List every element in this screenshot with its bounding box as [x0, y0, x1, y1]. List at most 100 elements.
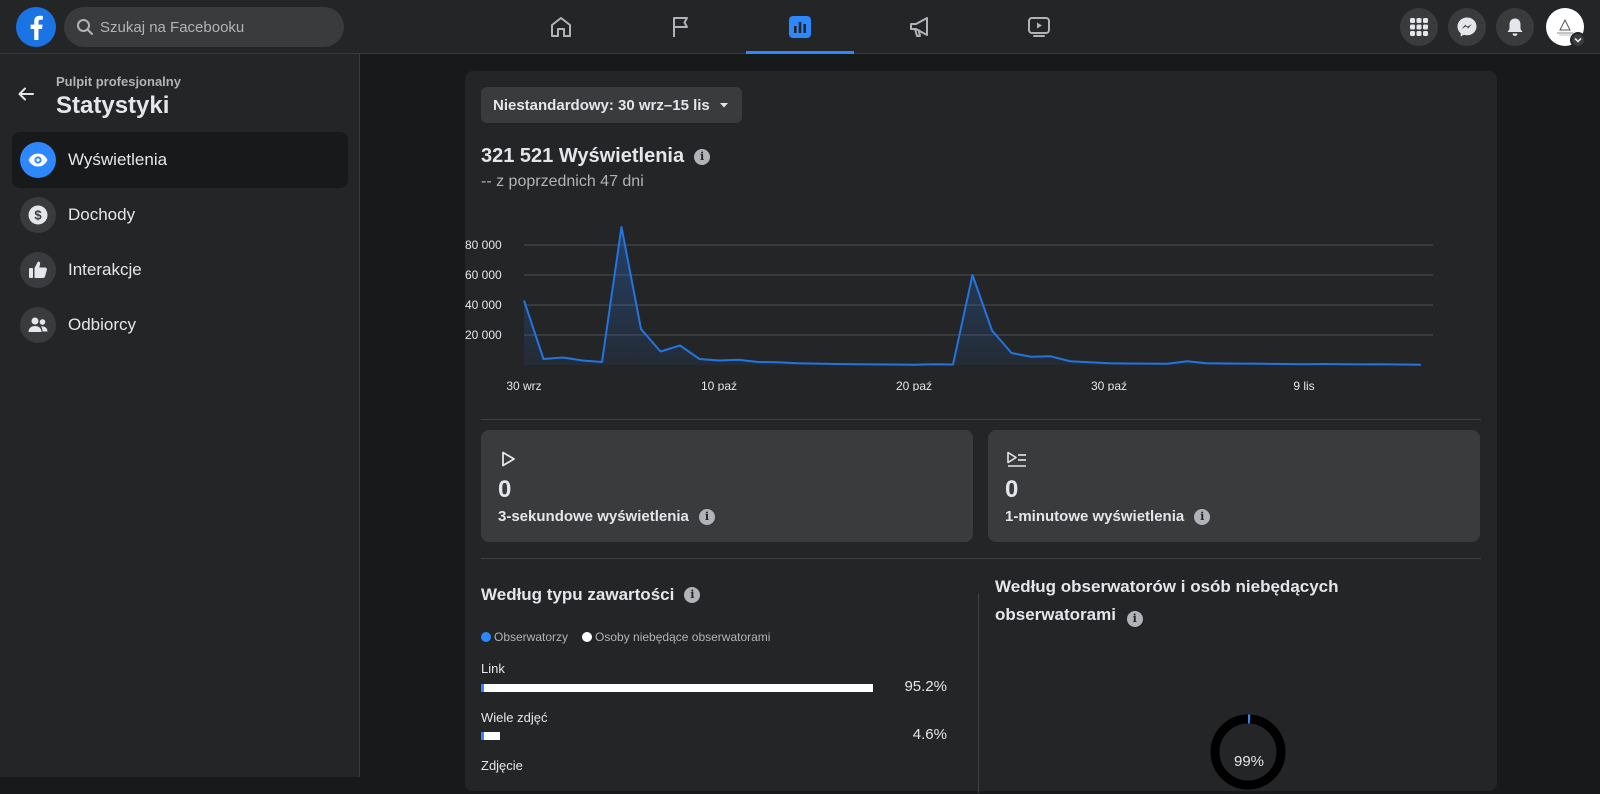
nav-tab-insights[interactable]	[746, 0, 854, 54]
data-point[interactable]	[1164, 360, 1172, 368]
data-point[interactable]	[813, 360, 821, 368]
data-point[interactable]	[1008, 349, 1016, 357]
data-point[interactable]	[852, 360, 860, 368]
x-tick-label: 20 paź	[896, 379, 932, 391]
sidebar-item-revenue[interactable]: $ Dochody	[12, 187, 348, 243]
messenger-button[interactable]	[1448, 8, 1486, 46]
caret-down-icon	[719, 103, 728, 108]
sidebar-icon-wrap	[20, 142, 56, 178]
donut-percent: 99%	[1234, 753, 1265, 770]
data-point[interactable]	[1027, 353, 1035, 361]
data-point[interactable]	[657, 348, 665, 356]
data-point[interactable]	[696, 355, 704, 363]
x-tick-label: 30 paź	[1091, 379, 1127, 391]
legend-item-non-followers: Osoby niebędące obserwatorami	[582, 630, 770, 644]
data-point[interactable]	[559, 354, 567, 362]
data-point[interactable]	[1359, 360, 1367, 368]
data-point[interactable]	[1242, 360, 1250, 368]
bell-icon	[1507, 18, 1523, 36]
back-button[interactable]	[12, 80, 40, 108]
sidebar-item-views[interactable]: Wyświetlenia	[12, 132, 348, 188]
info-icon[interactable]: i	[694, 148, 711, 165]
search-input[interactable]	[100, 7, 336, 47]
data-point[interactable]	[988, 327, 996, 335]
data-point[interactable]	[540, 355, 548, 363]
data-point[interactable]	[930, 360, 938, 368]
facebook-logo-icon[interactable]	[16, 7, 56, 47]
views-comparison: -- z poprzednich 47 dni	[481, 173, 644, 190]
data-point[interactable]	[1261, 360, 1269, 368]
bar-percent: 4.6%	[912, 726, 947, 743]
data-point[interactable]	[1320, 360, 1328, 368]
sidebar-subtitle: Pulpit profesjonalny	[56, 74, 181, 89]
data-point[interactable]	[637, 325, 645, 333]
metric-value: 0	[1005, 476, 1019, 503]
data-point[interactable]	[949, 361, 957, 369]
megaphone-icon	[910, 17, 928, 37]
date-range-dropdown[interactable]: Niestandardowy: 30 wrz–15 lis	[481, 87, 742, 123]
series-area	[524, 227, 1421, 365]
data-point[interactable]	[832, 360, 840, 368]
data-point[interactable]	[910, 361, 918, 369]
data-point[interactable]	[1300, 360, 1308, 368]
data-point[interactable]	[598, 358, 606, 366]
sidebar-item-audience[interactable]: Odbiorcy	[12, 297, 348, 353]
data-point[interactable]	[735, 356, 743, 364]
data-point[interactable]	[715, 357, 723, 365]
data-point[interactable]	[871, 360, 879, 368]
thumbs-up-icon	[29, 261, 47, 278]
metric-label: 1-minutowe wyświetlenia i	[1005, 508, 1211, 525]
data-point[interactable]	[891, 361, 899, 369]
data-point[interactable]	[1183, 357, 1191, 365]
nav-tab-ads[interactable]	[866, 0, 974, 54]
svg-text:$: $	[34, 208, 42, 223]
info-icon[interactable]: i	[698, 508, 715, 525]
x-tick-label: 30 wrz	[506, 379, 541, 391]
data-point[interactable]	[1339, 360, 1347, 368]
arrow-left-icon	[18, 87, 34, 101]
home-icon	[551, 17, 571, 37]
data-point[interactable]	[1125, 360, 1133, 368]
data-point[interactable]	[1398, 361, 1406, 369]
bar-fill	[481, 684, 874, 692]
bar-track	[481, 732, 893, 740]
data-point[interactable]	[1066, 357, 1074, 365]
data-point[interactable]	[618, 223, 626, 231]
data-point[interactable]	[579, 357, 587, 365]
data-point[interactable]	[1203, 359, 1211, 367]
data-point[interactable]	[520, 297, 528, 305]
followers-title-text: Według obserwatorów i osób niebędących o…	[995, 577, 1339, 624]
views-line-chart: 20 000 40 000 60 000 80 000 30 wrz 10 paź 20 …	[465, 223, 1433, 391]
data-point[interactable]	[1281, 360, 1289, 368]
notifications-button[interactable]	[1496, 8, 1534, 46]
y-tick-label: 20 000	[465, 328, 502, 342]
date-range-label: Niestandardowy: 30 wrz–15 lis	[493, 96, 710, 114]
info-icon[interactable]: i	[1126, 611, 1143, 627]
flag-icon	[673, 17, 688, 37]
nav-tab-video[interactable]	[985, 0, 1093, 54]
data-point[interactable]	[1086, 358, 1094, 366]
info-icon[interactable]: i	[1194, 508, 1211, 525]
chevron-down-icon	[1574, 37, 1582, 43]
account-menu-button[interactable]	[1570, 32, 1586, 48]
nav-tab-pages[interactable]	[627, 0, 735, 54]
sidebar-item-engagement[interactable]: Interakcje	[12, 242, 348, 298]
info-icon[interactable]: i	[684, 587, 701, 603]
data-point[interactable]	[1222, 360, 1230, 368]
data-point[interactable]	[754, 358, 762, 366]
data-point[interactable]	[774, 358, 782, 366]
menu-button[interactable]	[1400, 8, 1438, 46]
data-point[interactable]	[1105, 359, 1113, 367]
nav-tab-home[interactable]	[507, 0, 615, 54]
x-tick-label: 10 paź	[701, 379, 737, 391]
menu-grid-icon	[1410, 18, 1428, 36]
search-box[interactable]	[64, 7, 344, 47]
data-point[interactable]	[1144, 360, 1152, 368]
data-point[interactable]	[676, 342, 684, 350]
data-point[interactable]	[1047, 352, 1055, 360]
data-point[interactable]	[793, 359, 801, 367]
data-point[interactable]	[1417, 361, 1425, 369]
data-point[interactable]	[969, 271, 977, 279]
bar-label: Zdjęcie	[481, 758, 523, 773]
data-point[interactable]	[1378, 360, 1386, 368]
